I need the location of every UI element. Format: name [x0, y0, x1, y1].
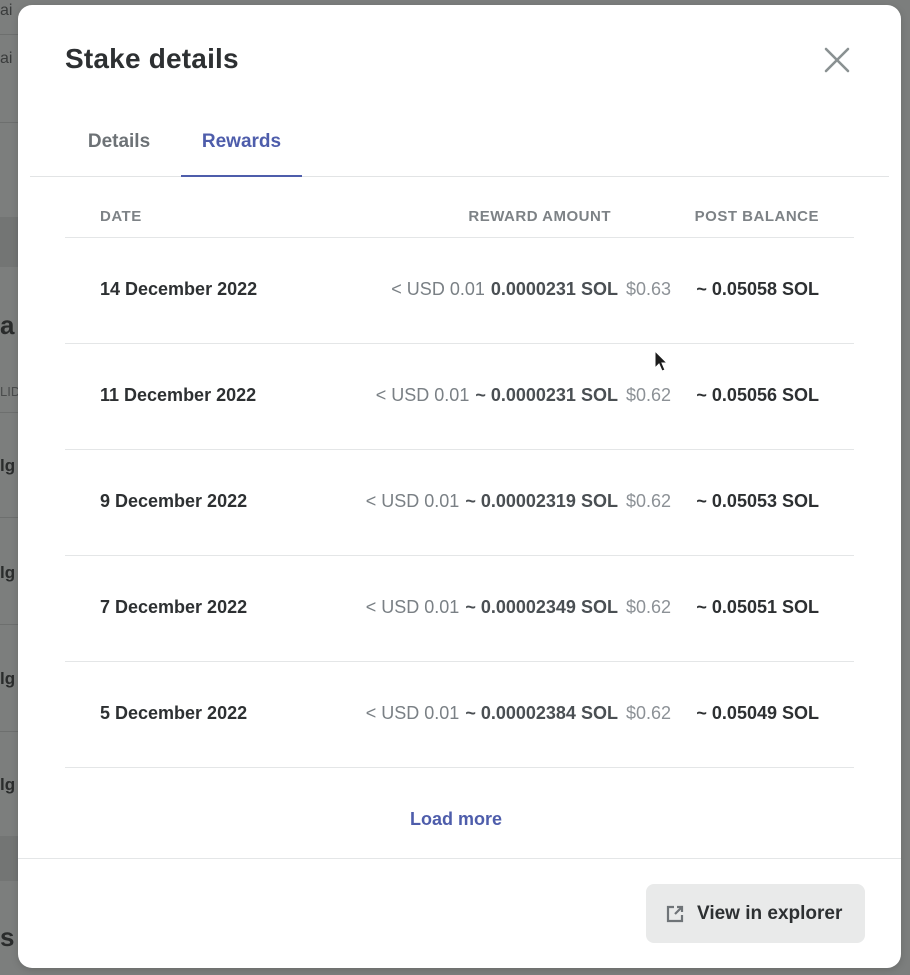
reward-date: 7 December 2022	[100, 597, 248, 617]
bg-text-fragment: ai	[0, 50, 13, 67]
table-row: 14 December 2022 < USD 0.01 0.0000231 SOL…	[65, 238, 854, 344]
bg-divider	[0, 624, 20, 625]
bg-text-fragment: a	[0, 310, 15, 340]
reward-amount: < USD 0.01 0.0000231 SOL $0.63	[391, 279, 671, 300]
reward-amount: < USD 0.01 ~ 0.0000231 SOL $0.62	[376, 385, 671, 406]
bg-divider	[0, 412, 20, 413]
reward-amount: < USD 0.01 ~ 0.00002384 SOL $0.62	[366, 703, 671, 724]
bg-text-fragment: s	[0, 922, 15, 952]
reward-date: 11 December 2022	[100, 385, 257, 405]
load-more-button[interactable]: Load more	[410, 809, 502, 830]
reward-usd: < USD 0.01	[365, 703, 460, 723]
reward-amount: < USD 0.01 ~ 0.00002319 SOL $0.62	[366, 491, 671, 512]
table-row: 5 December 2022 < USD 0.01 ~ 0.00002384 S…	[65, 662, 854, 768]
reward-date: 5 December 2022	[100, 703, 248, 723]
bg-divider	[0, 731, 20, 732]
tab-rewards[interactable]: Rewards	[181, 131, 302, 177]
table-header: DATE REWARD AMOUNT POST BALANCE	[65, 200, 854, 238]
footer-divider	[18, 858, 901, 859]
bg-text-fragment: lg	[0, 563, 16, 582]
view-in-explorer-button[interactable]: View in explorer	[646, 884, 865, 943]
modal-title: Stake details	[65, 43, 239, 74]
bg-text-fragment: lg	[0, 669, 16, 688]
table-row: 7 December 2022 < USD 0.01 ~ 0.00002349 S…	[65, 556, 854, 662]
post-balance: ~ 0.05056 SOL	[696, 385, 819, 405]
post-balance: ~ 0.05051 SOL	[696, 597, 819, 617]
balance-usd: $0.62	[625, 597, 671, 617]
table-row: 11 December 2022 < USD 0.01 ~ 0.0000231 S…	[65, 344, 854, 450]
table-row: 9 December 2022 < USD 0.01 ~ 0.00002319 S…	[65, 450, 854, 556]
reward-usd: < USD 0.01	[365, 597, 460, 617]
reward-usd: < USD 0.01	[365, 491, 460, 511]
column-header-post-balance: POST BALANCE	[694, 208, 819, 225]
reward-sol: ~ 0.0000231 SOL	[475, 385, 618, 405]
reward-sol: 0.0000231 SOL	[490, 279, 618, 299]
bg-divider	[0, 34, 20, 35]
bg-text-fragment: lg	[0, 775, 16, 794]
bg-band	[0, 836, 20, 881]
balance-usd: $0.63	[625, 279, 671, 299]
column-header-date: DATE	[100, 208, 142, 225]
balance-usd: $0.62	[625, 385, 671, 405]
reward-date: 14 December 2022	[100, 279, 258, 299]
reward-amount: < USD 0.01 ~ 0.00002349 SOL $0.62	[366, 597, 671, 618]
tab-details[interactable]: Details	[82, 131, 156, 177]
tab-bar: Details Rewards	[30, 117, 889, 177]
close-button[interactable]	[818, 43, 856, 77]
bg-text-fragment: lg	[0, 456, 16, 475]
view-in-explorer-label: View in explorer	[697, 902, 843, 924]
bg-divider	[0, 122, 20, 123]
close-icon	[824, 47, 850, 73]
reward-sol: ~ 0.00002319 SOL	[465, 491, 618, 511]
balance-usd: $0.62	[625, 491, 671, 511]
post-balance: ~ 0.05053 SOL	[696, 491, 819, 511]
rewards-table: DATE REWARD AMOUNT POST BALANCE 14 Decem…	[65, 200, 854, 768]
mouse-cursor-icon	[654, 350, 669, 372]
reward-sol: ~ 0.00002349 SOL	[465, 597, 618, 617]
post-balance: ~ 0.05049 SOL	[696, 703, 819, 723]
reward-sol: ~ 0.00002384 SOL	[465, 703, 618, 723]
column-header-reward-amount: REWARD AMOUNT	[468, 208, 611, 225]
reward-usd: < USD 0.01	[375, 385, 470, 405]
post-balance: ~ 0.05058 SOL	[696, 279, 819, 299]
reward-date: 9 December 2022	[100, 491, 248, 511]
reward-usd: < USD 0.01	[391, 279, 485, 299]
bg-divider	[0, 517, 20, 518]
balance-usd: $0.62	[625, 703, 671, 723]
bg-text-fragment: ai	[0, 2, 13, 19]
external-link-icon	[665, 904, 685, 924]
bg-band	[0, 217, 20, 267]
stake-details-modal: Stake details Details Rewards DATE REWAR…	[18, 5, 901, 968]
